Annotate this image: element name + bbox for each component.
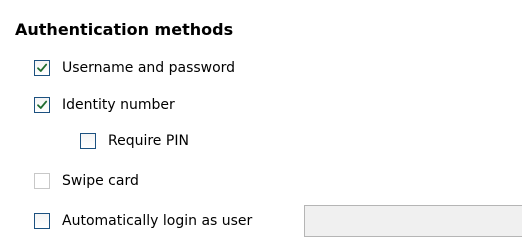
auto-login-user-input[interactable] <box>304 205 522 237</box>
swipe-card-label: Swipe card <box>62 173 139 189</box>
identity-number-checkbox[interactable] <box>34 97 50 113</box>
option-username-password[interactable]: Username and password <box>34 58 235 78</box>
auto-login-checkbox[interactable] <box>34 213 50 229</box>
swipe-card-checkbox <box>34 173 50 189</box>
require-pin-label: Require PIN <box>108 133 189 149</box>
section-title: Authentication methods <box>15 20 234 39</box>
auto-login-label: Automatically login as user <box>62 213 253 229</box>
option-swipe-card: Swipe card <box>34 171 139 191</box>
option-require-pin[interactable]: Require PIN <box>80 131 189 151</box>
require-pin-checkbox[interactable] <box>80 133 96 149</box>
checkmark-icon <box>37 63 48 72</box>
checkmark-icon <box>37 100 48 109</box>
username-password-checkbox[interactable] <box>34 60 50 76</box>
username-password-label: Username and password <box>62 60 236 76</box>
option-auto-login[interactable]: Automatically login as user <box>34 211 252 231</box>
option-identity-number[interactable]: Identity number <box>34 95 175 115</box>
identity-number-label: Identity number <box>62 97 175 113</box>
